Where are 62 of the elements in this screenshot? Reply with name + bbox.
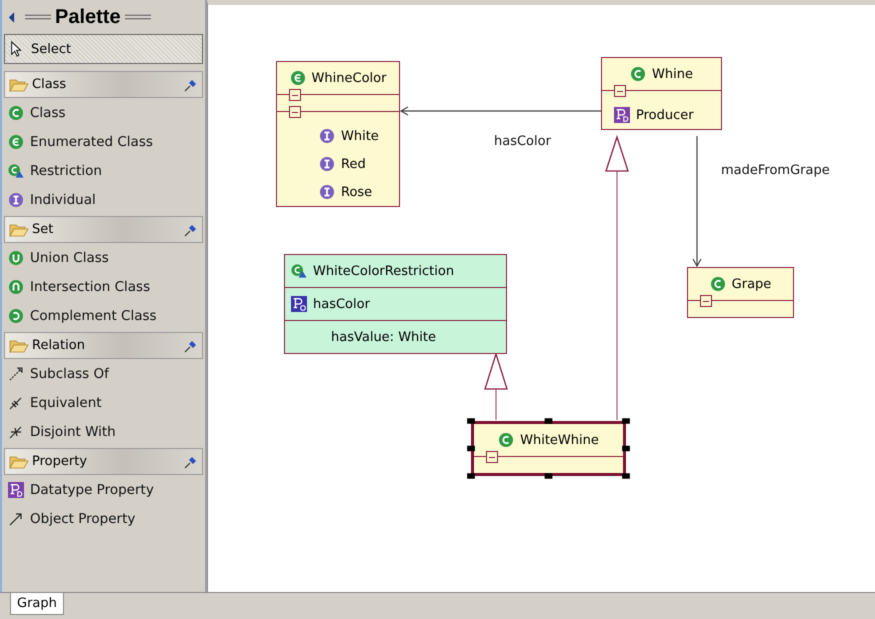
palette-title: Palette bbox=[55, 6, 121, 28]
pin-icon[interactable] bbox=[184, 78, 198, 92]
grip-icon bbox=[124, 12, 151, 22]
compartment-entry: hasValue: White bbox=[331, 330, 436, 344]
pin-icon[interactable] bbox=[184, 338, 198, 352]
folder-icon bbox=[9, 78, 29, 92]
individual-icon bbox=[319, 184, 335, 200]
palette-item[interactable]: Datatype Property bbox=[4, 475, 203, 504]
graph-tab[interactable]: Graph bbox=[10, 593, 64, 616]
select-tool[interactable]: Select bbox=[4, 34, 203, 64]
palette-item[interactable]: Union Class bbox=[4, 243, 203, 272]
datatype-property-icon bbox=[614, 107, 630, 123]
drawer-header[interactable]: Property bbox=[4, 448, 203, 475]
drawer-header[interactable]: Set bbox=[4, 216, 203, 243]
edge-label: madeFromGrape bbox=[721, 163, 830, 178]
class-node[interactable]: WhiteColorRestriction hasColor hasValue: White bbox=[284, 254, 507, 354]
individual-icon bbox=[319, 128, 335, 144]
generalization-arrow bbox=[484, 352, 508, 420]
class-node[interactable]: WhineColor White Red Rose bbox=[276, 61, 400, 207]
class-name: Grape bbox=[732, 276, 772, 292]
palette-item[interactable]: Restriction bbox=[4, 156, 203, 185]
collapse-toggle-icon[interactable] bbox=[289, 89, 301, 101]
individual-icon bbox=[319, 156, 335, 172]
class-node[interactable]: Whine Producer bbox=[601, 57, 722, 130]
compartment-entry: White bbox=[341, 128, 379, 144]
object-property-icon bbox=[291, 296, 307, 312]
pin-icon[interactable] bbox=[184, 222, 198, 236]
palette-item[interactable]: Individual bbox=[4, 185, 203, 214]
drawer-header[interactable]: Class bbox=[4, 71, 203, 98]
class-name: Whine bbox=[652, 66, 693, 82]
palette-item[interactable]: Subclass Of bbox=[4, 359, 203, 388]
compartment-entry: Red bbox=[341, 156, 366, 172]
connector-icon bbox=[8, 394, 24, 410]
arrow-icon bbox=[8, 510, 24, 526]
connector-icon bbox=[8, 424, 24, 440]
compartment-entry: Rose bbox=[341, 184, 372, 200]
compartment-entry: Producer bbox=[636, 108, 694, 122]
class-node[interactable]: Grape bbox=[687, 267, 794, 318]
collapse-toggle-icon[interactable] bbox=[614, 85, 626, 97]
folder-icon bbox=[9, 338, 29, 352]
connector-icon bbox=[8, 366, 24, 382]
collapse-toggle-icon[interactable] bbox=[289, 106, 301, 118]
folder-icon bbox=[9, 454, 29, 468]
palette-item[interactable]: Disjoint With bbox=[4, 417, 203, 446]
palette-item[interactable]: Intersection Class bbox=[4, 272, 203, 301]
collapse-toggle-icon[interactable] bbox=[700, 295, 712, 307]
palette-item[interactable]: Equivalent bbox=[4, 388, 203, 417]
compartment-entry: hasColor bbox=[313, 296, 370, 312]
palette-item[interactable]: Object Property bbox=[4, 504, 203, 533]
palette-item[interactable]: Class bbox=[4, 98, 203, 127]
restriction-icon bbox=[291, 263, 307, 279]
class-name: WhiteColorRestriction bbox=[313, 264, 454, 278]
collapse-arrow-icon[interactable] bbox=[8, 12, 15, 22]
edge-label: hasColor bbox=[494, 134, 551, 149]
pin-icon[interactable] bbox=[184, 454, 198, 468]
datatype-property-icon bbox=[8, 482, 24, 498]
drawer-header[interactable]: Relation bbox=[4, 332, 203, 359]
class-name: WhineColor bbox=[312, 70, 386, 86]
folder-icon bbox=[9, 222, 29, 236]
palette-item[interactable]: Complement Class bbox=[4, 301, 203, 330]
palette-item[interactable]: Enumerated Class bbox=[4, 127, 203, 156]
grip-icon bbox=[25, 12, 51, 22]
